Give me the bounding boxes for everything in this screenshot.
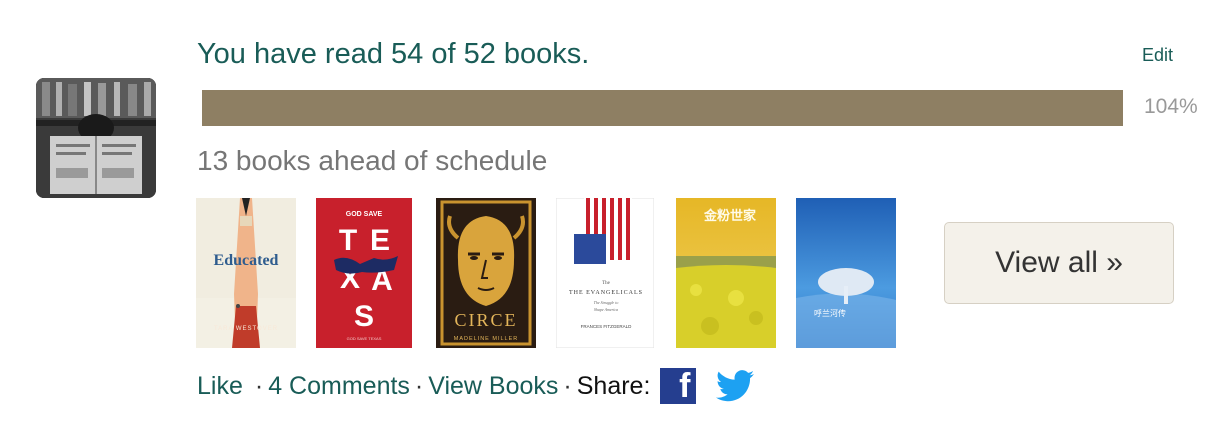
progress-percent: 104% [1144, 95, 1198, 118]
book-cover-god-save-texas[interactable]: GOD SAVE T E X A S GOD SAVE TEXAS [316, 198, 412, 348]
book-cover-hu-lan-he-zhuan[interactable]: 呼兰河传 [796, 198, 896, 348]
like-link[interactable]: Like [197, 372, 243, 401]
progress-fill [202, 90, 1123, 126]
book-texas-title: GOD SAVE TEXAS [347, 336, 382, 341]
svg-text:GOD SAVE: GOD SAVE [346, 211, 383, 218]
svg-text:T: T [339, 224, 357, 257]
book-evangelicals-title: THE EVANGELICALS [569, 290, 643, 296]
view-books-link[interactable]: View Books [428, 372, 558, 401]
footer-actions: Like · 4 Comments · View Books · Share: … [197, 368, 755, 404]
book-hulan-title: 呼兰河传 [814, 308, 846, 318]
share-label: Share: [576, 371, 651, 400]
book-cover-the-evangelicals[interactable]: The THE EVANGELICALS The Struggle to Sha… [556, 198, 654, 348]
book-educated-author: TARA WESTOVER [214, 326, 278, 332]
progress-bar [202, 90, 1123, 126]
user-avatar[interactable] [36, 78, 156, 198]
svg-text:S: S [354, 300, 374, 333]
twitter-icon[interactable] [716, 370, 755, 402]
book-covers: Educated TARA WESTOVER GOD SAVE T E X A … [196, 198, 916, 348]
comments-link[interactable]: 4 Comments [268, 372, 410, 401]
book-cover-jin-fen-shi-jia[interactable]: 金粉世家 [676, 198, 776, 348]
edit-link[interactable]: Edit [1142, 45, 1173, 66]
separator: · [563, 371, 572, 400]
book-evangelicals-author: FRANCES FITZGERALD [581, 324, 633, 329]
book-educated-title: Educated [214, 252, 279, 269]
avatar-photo [36, 78, 156, 198]
svg-text:The: The [602, 281, 611, 286]
book-cover-circe[interactable]: CIRCE MADELINE MILLER [436, 198, 536, 348]
challenge-title[interactable]: You have read 54 of 52 books. [197, 38, 589, 71]
svg-text:The Struggle to: The Struggle to [594, 300, 619, 305]
view-all-button[interactable]: View all » [944, 222, 1174, 304]
svg-text:Shape America: Shape America [594, 307, 618, 312]
book-circe-title: CIRCE [454, 310, 517, 330]
separator: · [254, 371, 264, 400]
book-cover-educated[interactable]: Educated TARA WESTOVER [196, 198, 296, 348]
separator: · [414, 371, 424, 400]
svg-text:E: E [370, 224, 390, 257]
facebook-icon[interactable]: f [660, 368, 697, 404]
book-jinfen-title: 金粉世家 [703, 208, 757, 224]
book-circe-author: MADELINE MILLER [454, 336, 519, 342]
schedule-status: 13 books ahead of schedule [197, 145, 548, 176]
